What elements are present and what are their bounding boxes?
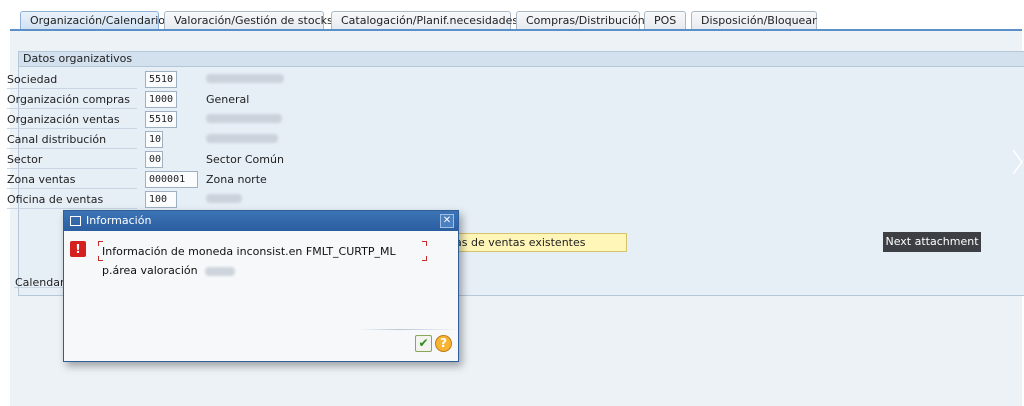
field-value-oficina-ventas[interactable]: 100 xyxy=(145,191,177,208)
close-icon[interactable]: ✕ xyxy=(440,214,454,228)
field-description-redacted xyxy=(206,113,282,126)
label-underline xyxy=(7,108,137,109)
field-label: Sector xyxy=(7,153,43,166)
dialog-message-line1: Información de moneda inconsist.en FMLT_… xyxy=(102,245,396,258)
redacted-value xyxy=(205,266,236,276)
tab-compras-distribucion[interactable]: Compras/Distribución xyxy=(516,11,645,30)
field-row-sector: Sector 00 Sector Común xyxy=(7,151,607,169)
ok-button[interactable]: ✔ xyxy=(415,335,432,352)
tab-pos[interactable]: POS xyxy=(644,11,686,30)
label-underline xyxy=(7,88,137,89)
field-value-zona-ventas[interactable]: 000001 xyxy=(145,171,198,188)
dialog-message-line2: p.área valoración xyxy=(102,264,236,277)
field-row-oficina-ventas: Oficina de ventas 100 xyxy=(7,191,607,209)
tabstrip: Organización/Calendario Valoración/Gesti… xyxy=(0,0,1024,31)
field-description: General xyxy=(206,93,250,106)
tab-disposicion-bloquear[interactable]: Disposición/Bloquear xyxy=(691,11,817,30)
tab-valoracion-gestion-stocks[interactable]: Valoración/Gestión de stocks xyxy=(164,11,333,30)
tab-catalogacion-planif[interactable]: Catalogación/Planif.necesidades xyxy=(331,11,518,30)
error-icon: ! xyxy=(70,241,86,257)
tab-label: Valoración/Gestión de stocks xyxy=(174,14,333,27)
field-description-redacted xyxy=(206,133,278,146)
field-description: Zona norte xyxy=(206,173,267,186)
field-label: Organización compras xyxy=(7,93,131,106)
field-value-canal-distribucion[interactable]: 10 xyxy=(145,131,163,148)
tab-organizacion-calendario[interactable]: Organización/Calendario xyxy=(20,11,165,30)
label-underline xyxy=(7,128,137,129)
field-label: Organización ventas xyxy=(7,113,120,126)
chevron-right-icon[interactable] xyxy=(1005,146,1024,178)
tab-label: Compras/Distribución xyxy=(526,14,645,27)
dialog-divider xyxy=(64,329,458,330)
checkmark-icon: ✔ xyxy=(418,336,429,350)
selection-corner-icon xyxy=(422,256,427,261)
existing-sales-areas-button[interactable]: as de ventas existentes xyxy=(437,233,627,252)
next-attachment-button[interactable]: Next attachment xyxy=(883,232,981,252)
label-underline xyxy=(7,188,137,189)
tab-label: Organización/Calendario xyxy=(30,14,166,27)
field-description-redacted xyxy=(206,73,284,86)
field-label: Sociedad xyxy=(7,73,58,86)
label-underline xyxy=(7,168,137,169)
tab-label: Disposición/Bloquear xyxy=(701,14,817,27)
help-button[interactable]: ? xyxy=(435,335,452,352)
tab-label: POS xyxy=(654,14,677,27)
field-description: Sector Común xyxy=(206,153,284,166)
field-row-sociedad: Sociedad 5510 xyxy=(7,71,607,89)
field-value-sector[interactable]: 00 xyxy=(145,151,163,168)
field-label: Zona ventas xyxy=(7,173,76,186)
field-label: Canal distribución xyxy=(7,133,107,146)
field-row-canal-distribucion: Canal distribución 10 xyxy=(7,131,607,149)
information-dialog: Información ✕ ! Información de moneda in… xyxy=(63,210,459,362)
dialog-message-text: p.área valoración xyxy=(102,264,198,277)
field-value-organizacion-compras[interactable]: 1000 xyxy=(145,91,177,108)
dialog-titlebar[interactable]: Información xyxy=(64,211,458,231)
field-row-organizacion-ventas: Organización ventas 5510 xyxy=(7,111,607,129)
field-row-organizacion-compras: Organización compras 1000 General xyxy=(7,91,607,109)
field-value-sociedad[interactable]: 5510 xyxy=(145,71,177,88)
selection-corner-icon xyxy=(422,241,427,246)
label-underline xyxy=(7,208,137,209)
window-icon xyxy=(70,216,81,226)
field-value-organizacion-ventas[interactable]: 5510 xyxy=(145,111,177,128)
help-icon: ? xyxy=(440,336,447,350)
field-row-zona-ventas: Zona ventas 000001 Zona norte xyxy=(7,171,607,189)
field-label: Oficina de ventas xyxy=(7,193,104,206)
label-underline xyxy=(7,148,137,149)
field-description-redacted xyxy=(206,193,242,206)
dialog-title: Información xyxy=(86,214,152,227)
group-title: Datos organizativos xyxy=(19,52,1024,67)
tab-label: Catalogación/Planif.necesidades xyxy=(341,14,519,27)
